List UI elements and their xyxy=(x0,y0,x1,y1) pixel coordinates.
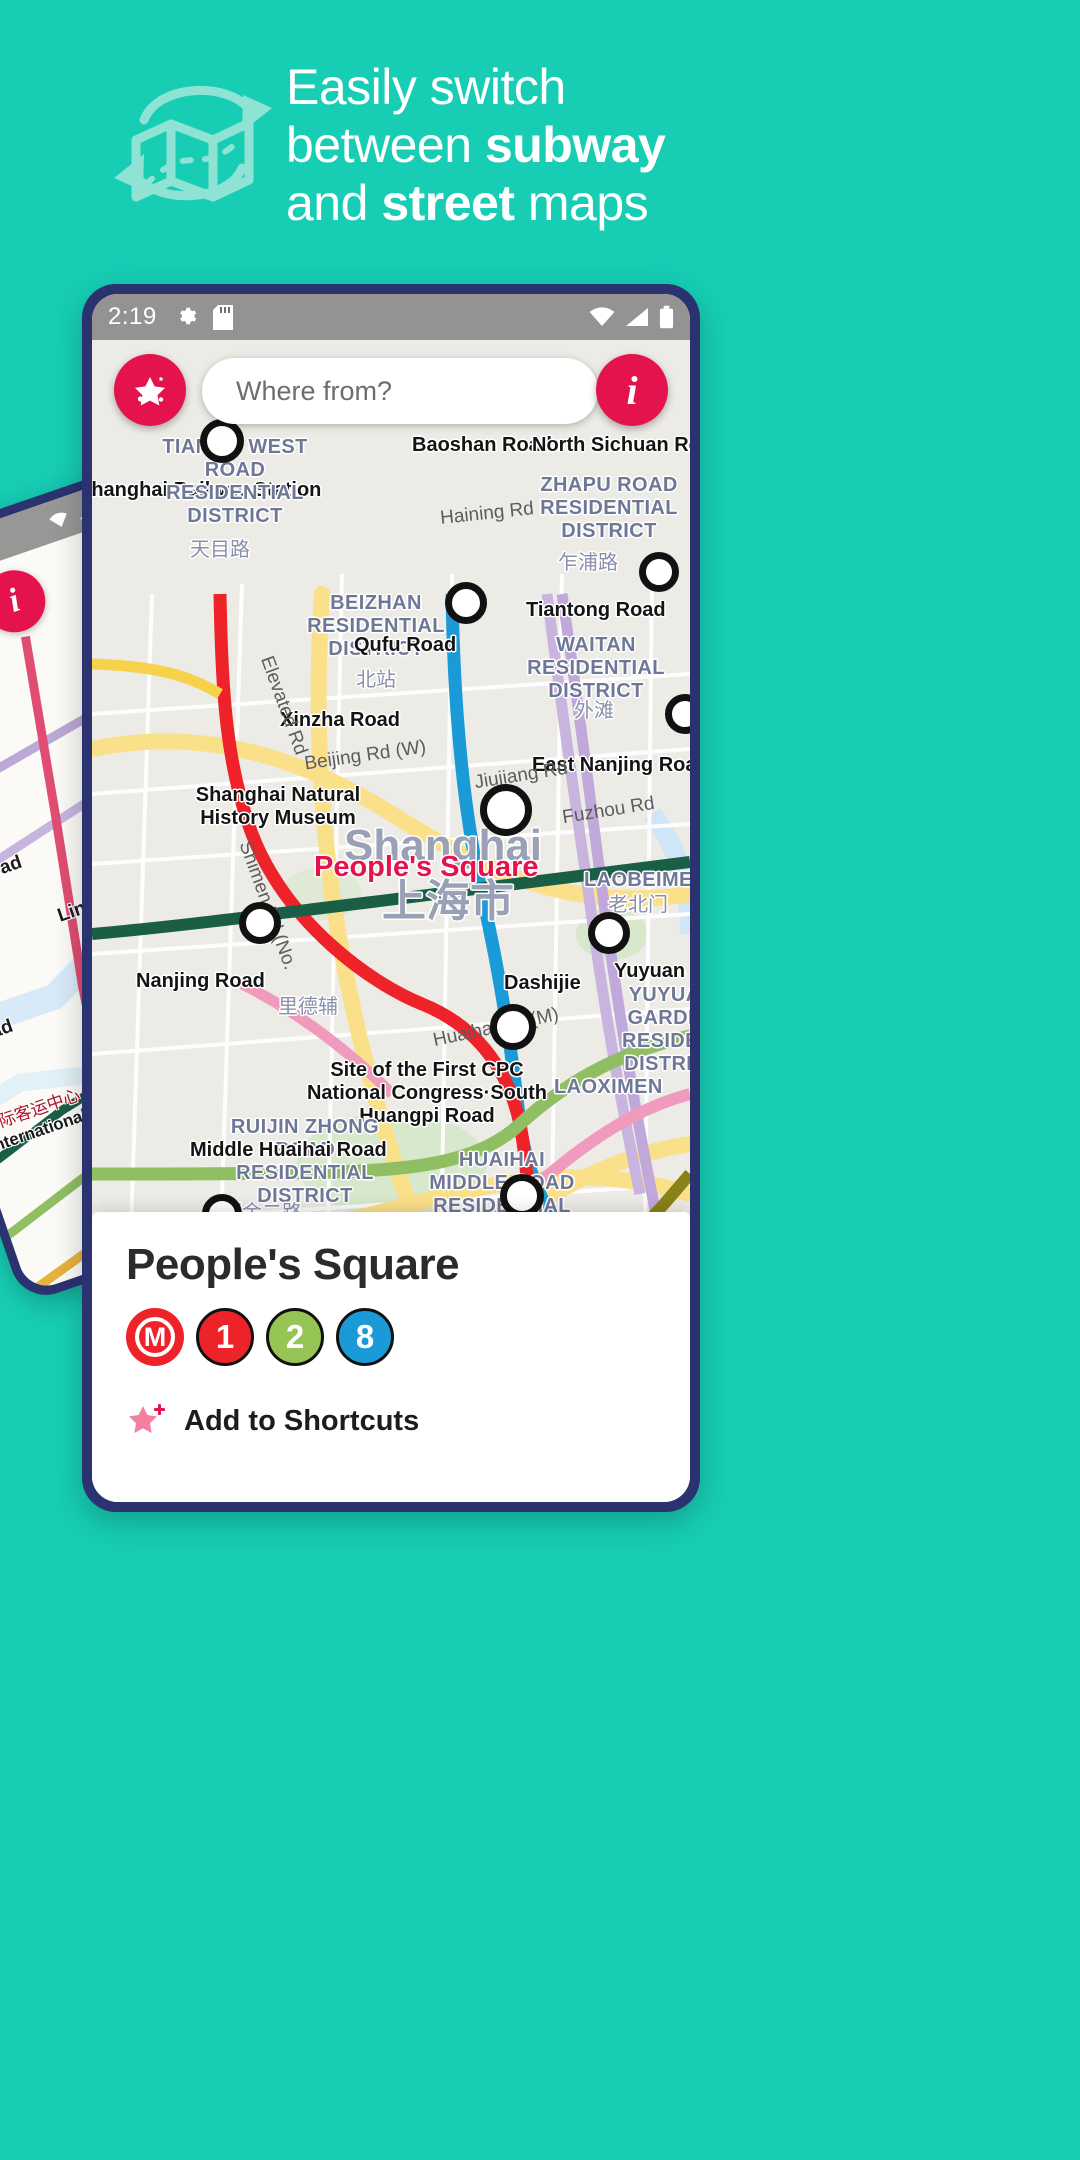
map-label-selected-station: People's Square xyxy=(314,851,539,883)
search-row: Where from? i xyxy=(92,354,690,430)
add-to-shortcuts-label: Add to Shortcuts xyxy=(184,1404,420,1437)
map-label-station: Dashijie xyxy=(504,972,581,994)
station-marker[interactable] xyxy=(445,582,487,624)
headline-line-3-plain-pre: and xyxy=(286,175,382,231)
line-badge-label: M xyxy=(135,1317,175,1357)
favorites-button[interactable] xyxy=(114,354,186,426)
headline-line-1: Easily switch xyxy=(286,59,566,115)
map-label-district: ZHAPU ROAD RESIDENTIAL DISTRICT xyxy=(540,474,678,542)
map-switch-icon xyxy=(108,62,278,222)
line-badges: M 1 2 8 xyxy=(126,1308,656,1366)
line-badge-8[interactable]: 8 xyxy=(336,1308,394,1366)
search-placeholder: Where from? xyxy=(236,375,393,406)
map-label-district: LAOBEIMEN xyxy=(584,869,690,891)
sd-card-icon xyxy=(212,304,233,330)
map-label-cjk: 天目路 xyxy=(190,539,250,561)
promo-headline: Easily switch between subway and street … xyxy=(286,58,986,232)
map-label-city-cjk: 上海市 xyxy=(382,877,514,926)
star-plus-icon xyxy=(129,1404,165,1433)
station-detail-sheet: People's Square M 1 2 8 Add to Shortcuts xyxy=(92,1212,690,1502)
map-label-station: Tiantong Road xyxy=(526,599,666,621)
station-marker[interactable] xyxy=(239,902,281,944)
cellular-signal-icon xyxy=(626,308,648,326)
map-label-cjk: 里德辅 xyxy=(278,996,338,1018)
add-to-shortcuts-button[interactable]: Add to Shortcuts xyxy=(126,1400,656,1442)
search-input[interactable]: Where from? xyxy=(202,358,598,424)
station-marker[interactable] xyxy=(490,1004,536,1050)
line-badge-label: 2 xyxy=(285,1318,305,1355)
station-marker-selected[interactable] xyxy=(480,784,532,836)
map-label-station: Qufu Road xyxy=(354,634,457,656)
phone-mockup: Baoshan Road North Sichuan Road ZHAPU RO… xyxy=(82,284,700,1512)
star-icon xyxy=(135,376,165,406)
status-time: 2:19 xyxy=(108,303,157,330)
sheet-station-title: People's Square xyxy=(126,1240,460,1289)
info-button[interactable]: i xyxy=(596,354,668,426)
map-label-cjk: 乍浦路 xyxy=(558,552,618,574)
headline-street-word: street xyxy=(381,175,515,231)
line-badge-label: 1 xyxy=(215,1318,235,1355)
battery-icon xyxy=(659,305,674,329)
map-label-station: Middle Huaihai Road xyxy=(190,1139,387,1161)
map-label-station: Shanghai Natural History Museum xyxy=(195,784,361,829)
wifi-icon xyxy=(589,307,615,326)
map-label-station: Yuyuan Garden xyxy=(614,960,690,982)
headline-subway-word: subway xyxy=(484,117,666,173)
map-label-district: LAOXIMEN xyxy=(554,1076,663,1098)
phone-screen: Baoshan Road North Sichuan Road ZHAPU RO… xyxy=(92,294,690,1502)
station-marker[interactable] xyxy=(639,552,679,592)
map-label-station: North Sichuan Road xyxy=(532,434,690,456)
station-marker[interactable] xyxy=(588,912,630,954)
wifi-icon xyxy=(49,512,67,527)
map-label-station: Nanjing Road xyxy=(136,970,265,992)
line-badge-label: 8 xyxy=(355,1318,375,1355)
map-label-district: WAITAN RESIDENTIAL DISTRICT xyxy=(527,634,665,702)
map-label-cjk: 北站 xyxy=(356,669,396,691)
map-label-district: YUYUAN GARDEN RESIDENTIAL DISTRICT xyxy=(622,984,690,1075)
promo-header: Easily switch between subway and street … xyxy=(0,0,1080,280)
info-icon: i xyxy=(626,367,638,413)
map-label-cjk: 外滩 xyxy=(574,700,614,722)
line-badge-1[interactable]: 1 xyxy=(196,1308,254,1366)
line-badge-2[interactable]: 2 xyxy=(266,1308,324,1366)
headline-line-2-plain: between xyxy=(286,117,485,173)
phone-statusbar: 2:19 xyxy=(92,294,690,340)
line-badge-metro[interactable]: M xyxy=(126,1308,184,1366)
headline-line-3-plain-post: maps xyxy=(514,175,649,231)
map-label-district: RUIJIN ZHONG ROAD RESIDENTIAL DISTRICT xyxy=(230,1116,380,1207)
gear-icon xyxy=(179,307,197,325)
